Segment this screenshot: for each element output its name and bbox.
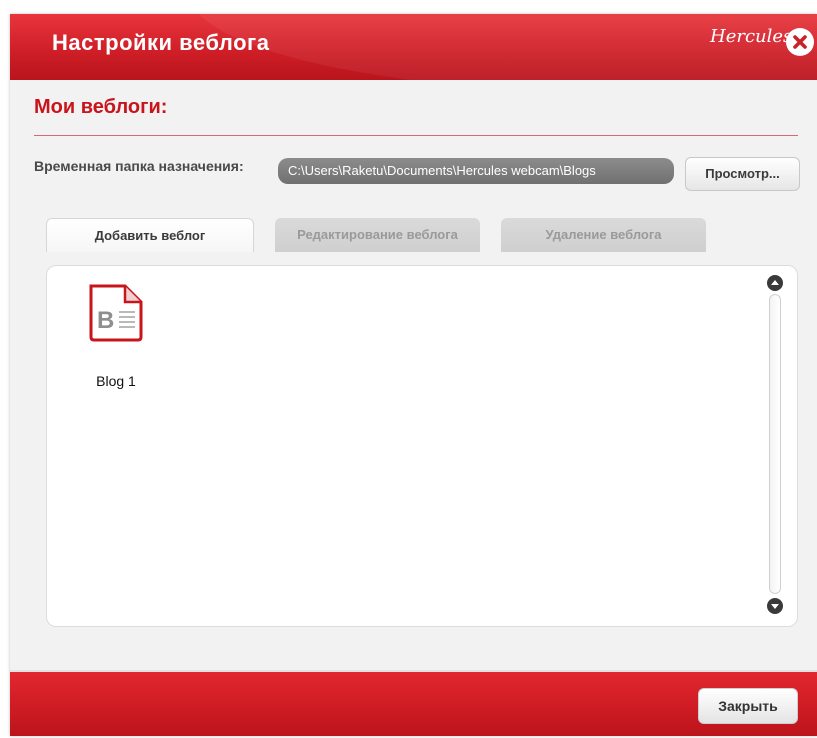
svg-text:B: B bbox=[97, 307, 114, 334]
edit-weblog-tab[interactable]: Редактирование веблога bbox=[275, 218, 480, 252]
close-icon bbox=[793, 35, 807, 49]
weblog-settings-window: Настройки веблога Hercules Мои веблоги: … bbox=[10, 14, 817, 736]
scroll-down-button[interactable] bbox=[766, 597, 784, 615]
destination-folder-label: Временная папка назначения: bbox=[34, 158, 244, 174]
window-title: Настройки веблога bbox=[52, 30, 270, 55]
scrollbar-track[interactable] bbox=[769, 294, 781, 594]
blog-item[interactable]: B Blog 1 bbox=[77, 282, 177, 392]
close-button[interactable]: Закрыть bbox=[698, 688, 798, 724]
add-weblog-tab[interactable]: Добавить веблог bbox=[46, 218, 254, 252]
delete-weblog-tab[interactable]: Удаление веблога bbox=[501, 218, 706, 252]
chevron-down-icon bbox=[767, 598, 783, 614]
brand-logo: Hercules bbox=[710, 26, 793, 47]
close-window-button[interactable] bbox=[786, 28, 814, 56]
blog-item-label: Blog 1 bbox=[96, 373, 136, 389]
weblog-list-panel: B Blog 1 bbox=[46, 265, 798, 627]
destination-folder-path[interactable]: C:\Users\Raketu\Documents\Hercules webca… bbox=[278, 158, 674, 184]
section-title: Мои веблоги: bbox=[34, 96, 168, 118]
title-bar: Настройки веблога Hercules bbox=[10, 14, 817, 80]
content-area: Мои веблоги: Временная папка назначения:… bbox=[10, 80, 817, 670]
footer-bar: Закрыть bbox=[10, 672, 817, 736]
section-divider bbox=[34, 135, 798, 136]
browse-button[interactable]: Просмотр... bbox=[685, 157, 800, 191]
blog-document-icon: B bbox=[89, 284, 143, 342]
chevron-up-icon bbox=[767, 275, 783, 291]
scroll-up-button[interactable] bbox=[766, 274, 784, 292]
